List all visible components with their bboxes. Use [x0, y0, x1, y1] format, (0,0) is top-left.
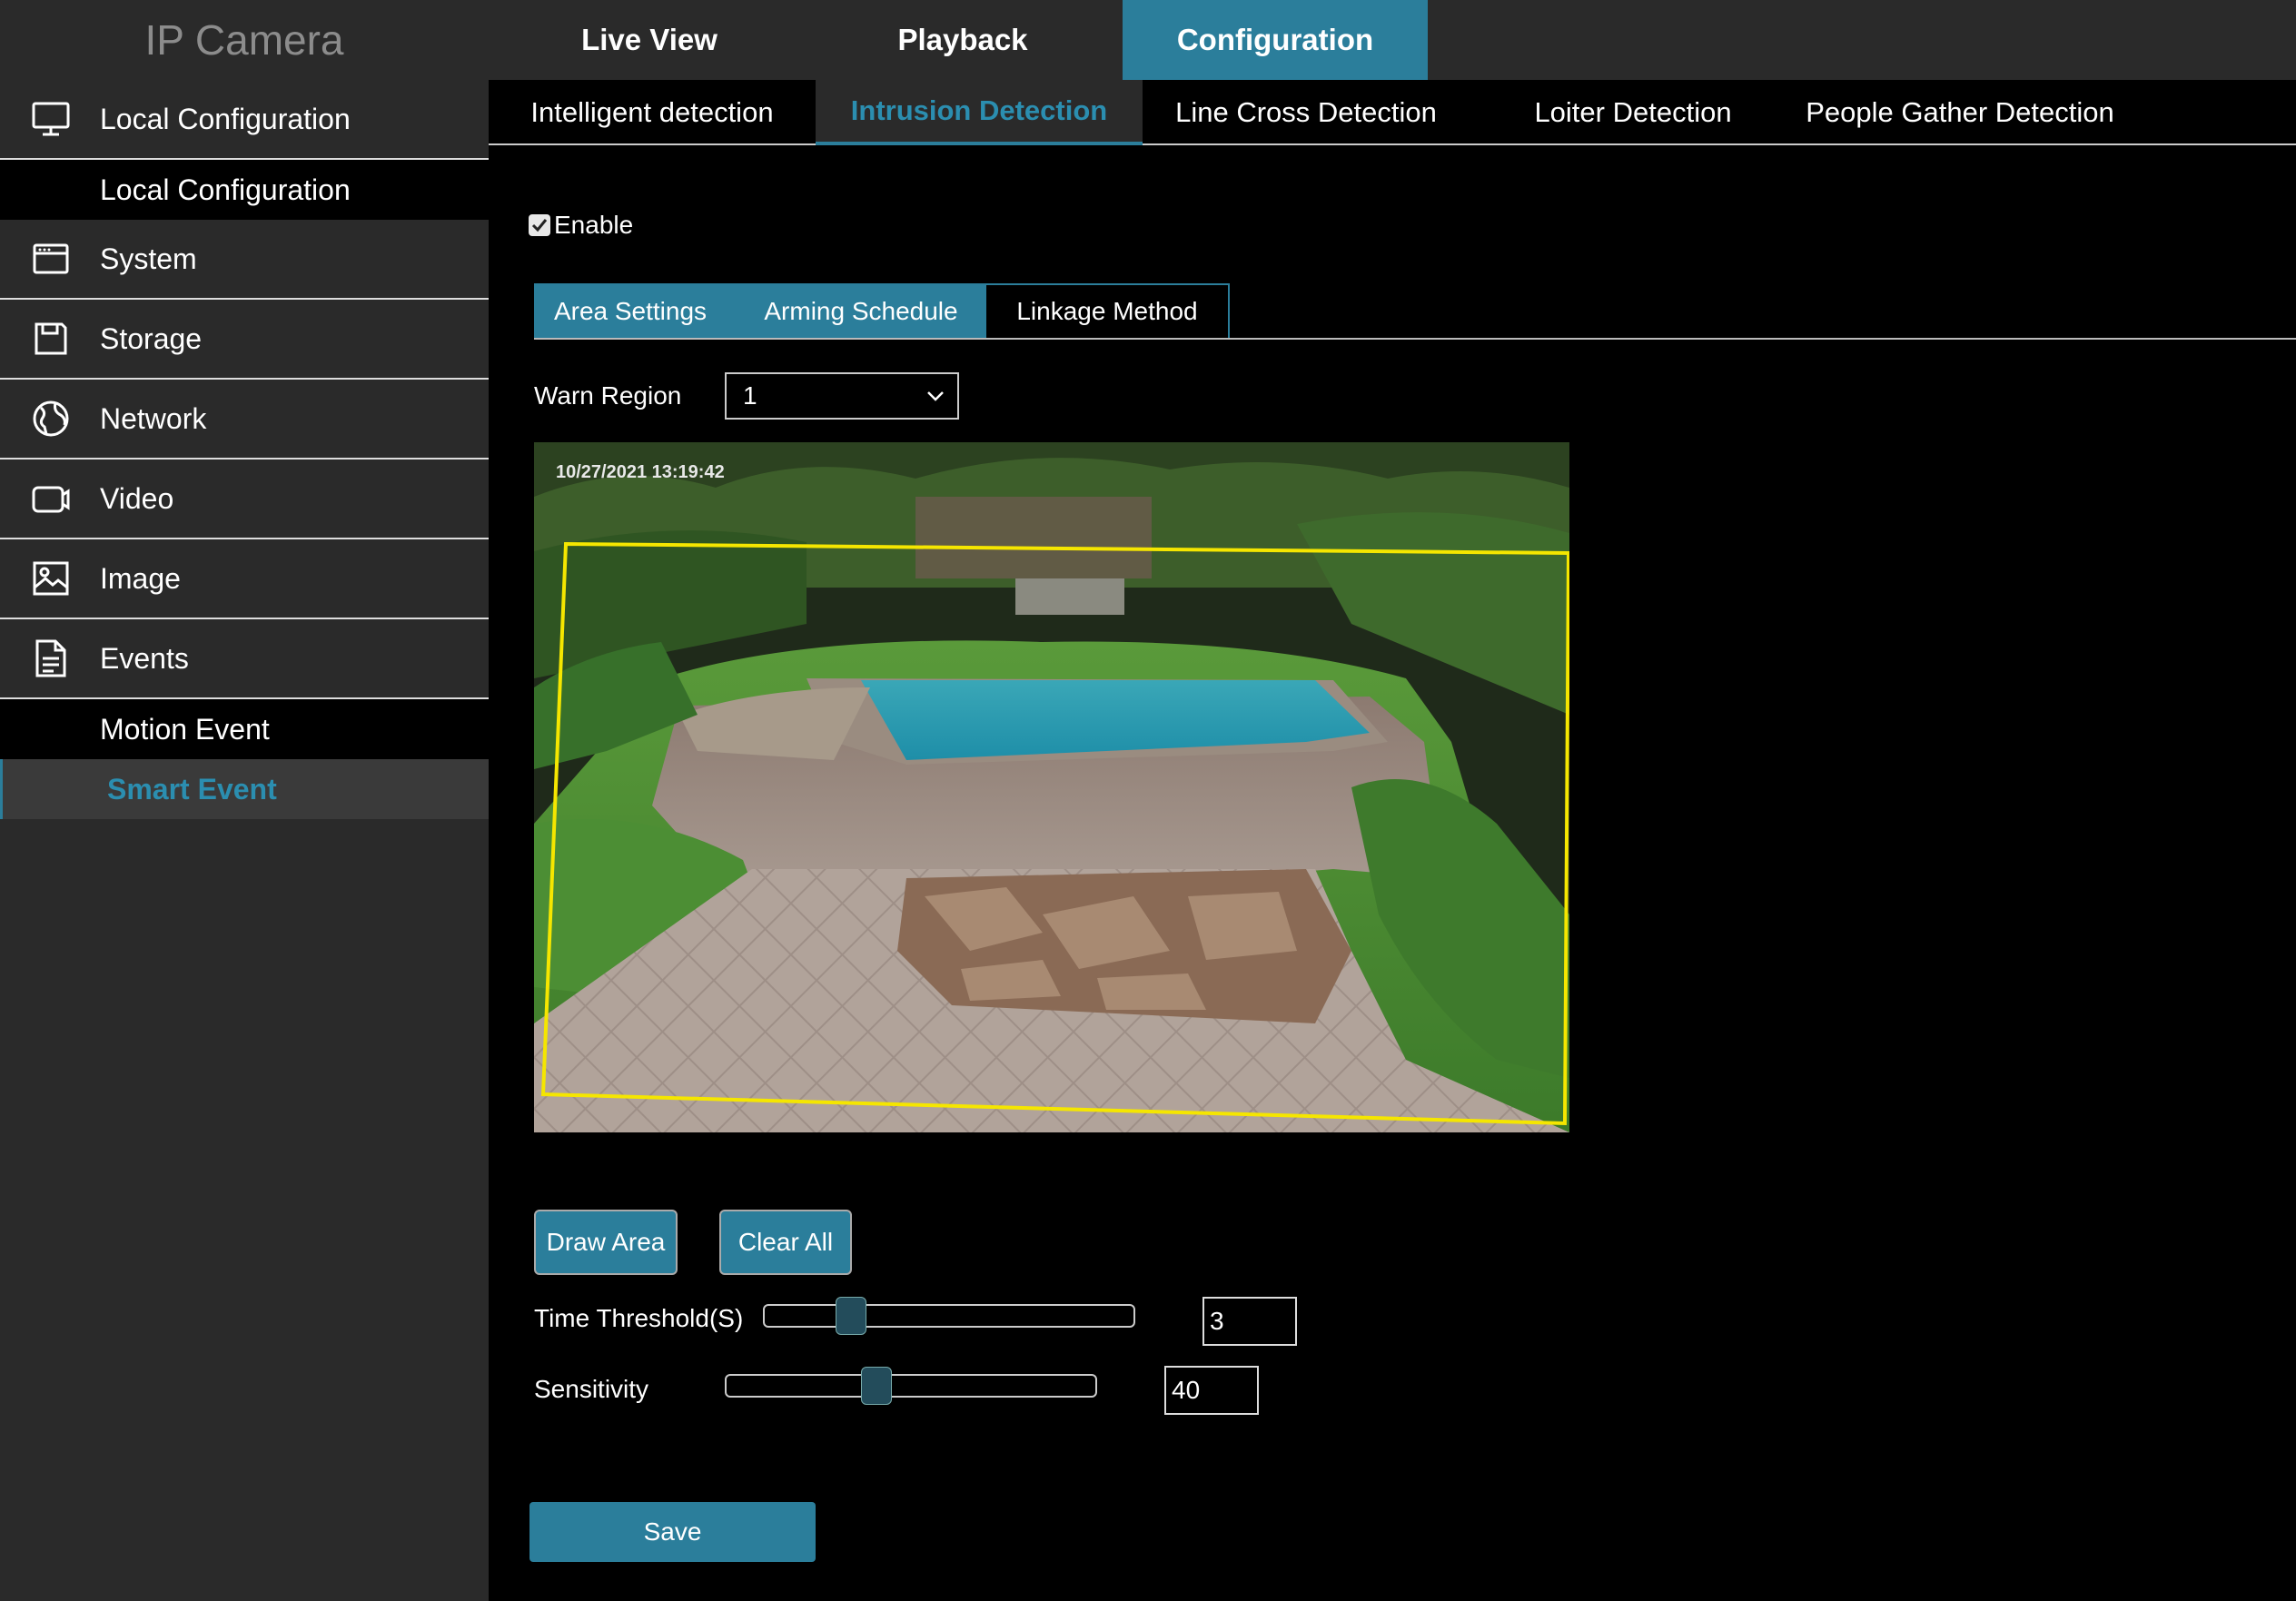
sidebar-subitem-label: Smart Event [107, 772, 277, 805]
camera-scene [534, 442, 1569, 1132]
nav-live-view[interactable]: Live View [518, 0, 781, 80]
monitor-icon [27, 95, 74, 143]
sidebar-item-events[interactable]: Events [0, 619, 489, 699]
tab-linkage-method[interactable]: Linkage Method [985, 283, 1230, 340]
sidebar-item-label: Events [100, 641, 189, 675]
sidebar-subitem-local-configuration[interactable]: Local Configuration [0, 160, 489, 220]
sensitivity-slider[interactable] [725, 1367, 1097, 1405]
sidebar-item-label: Network [100, 401, 207, 435]
app-title: IP Camera [144, 16, 344, 64]
time-threshold-input[interactable] [1202, 1297, 1297, 1346]
sidebar: Local Configuration Local Configuration … [0, 80, 489, 1601]
enable-checkbox[interactable] [529, 214, 550, 236]
time-threshold-label: Time Threshold(S) [534, 1304, 744, 1332]
sidebar-item-storage[interactable]: Storage [0, 300, 489, 380]
warn-region-label: Warn Region [534, 381, 682, 410]
chevron-down-icon [923, 383, 948, 415]
checkmark-icon [531, 219, 548, 232]
sidebar-subitem-label: Motion Event [100, 712, 270, 746]
sidebar-item-video[interactable]: Video [0, 460, 489, 539]
sidebar-item-system[interactable]: System [0, 220, 489, 300]
enable-label: Enable [554, 211, 634, 239]
time-threshold-slider-thumb[interactable] [836, 1297, 866, 1335]
camera-preview[interactable]: 10/27/2021 13:19:42 [534, 442, 1569, 1132]
draw-area-button[interactable]: Draw Area [534, 1210, 678, 1275]
sidebar-item-label: Local Configuration [100, 102, 351, 135]
tab-loiter-detection[interactable]: Loiter Detection [1470, 80, 1796, 145]
tab-people-gather-detection[interactable]: People Gather Detection [1796, 80, 2123, 145]
time-threshold-slider[interactable] [763, 1297, 1135, 1335]
system-icon [27, 235, 74, 282]
sensitivity-input[interactable] [1164, 1366, 1259, 1415]
tab-intrusion-detection[interactable]: Intrusion Detection [816, 80, 1143, 145]
video-camera-icon [27, 475, 74, 522]
sidebar-item-local-configuration[interactable]: Local Configuration [0, 80, 489, 160]
image-icon [27, 555, 74, 602]
tabs-divider [534, 338, 2296, 340]
nav-playback[interactable]: Playback [831, 0, 1094, 80]
globe-icon [27, 395, 74, 442]
camera-timestamp: 10/27/2021 13:19:42 [556, 462, 725, 482]
clear-all-button[interactable]: Clear All [719, 1210, 852, 1275]
sidebar-item-label: Video [100, 481, 174, 515]
sidebar-item-image[interactable]: Image [0, 539, 489, 619]
sidebar-subitem-label: Local Configuration [100, 173, 351, 206]
sensitivity-label: Sensitivity [534, 1375, 649, 1403]
detection-tabs: Intelligent detection Intrusion Detectio… [489, 80, 2296, 145]
enable-row: Enable [529, 211, 633, 240]
top-bar: IP Camera Live View Playback Configurati… [0, 0, 2296, 80]
warn-region-select[interactable]: 1 [725, 372, 959, 420]
sidebar-subitem-smart-event[interactable]: Smart Event [0, 759, 489, 819]
tab-arming-schedule[interactable]: Arming Schedule [727, 283, 995, 340]
sidebar-subitem-motion-event[interactable]: Motion Event [0, 699, 489, 759]
sidebar-item-label: Storage [100, 321, 203, 355]
sidebar-item-label: Image [100, 561, 181, 595]
warn-region-value: 1 [743, 381, 757, 410]
nav-configuration[interactable]: Configuration [1123, 0, 1428, 80]
tab-line-cross-detection[interactable]: Line Cross Detection [1143, 80, 1470, 145]
sidebar-item-network[interactable]: Network [0, 380, 489, 460]
sidebar-item-label: System [100, 242, 197, 275]
tab-area-settings[interactable]: Area Settings [534, 283, 727, 340]
sensitivity-slider-thumb[interactable] [861, 1367, 892, 1405]
tab-intelligent-detection[interactable]: Intelligent detection [489, 80, 816, 145]
document-icon [27, 635, 74, 682]
floppy-disk-icon [27, 315, 74, 362]
save-button[interactable]: Save [529, 1502, 816, 1562]
